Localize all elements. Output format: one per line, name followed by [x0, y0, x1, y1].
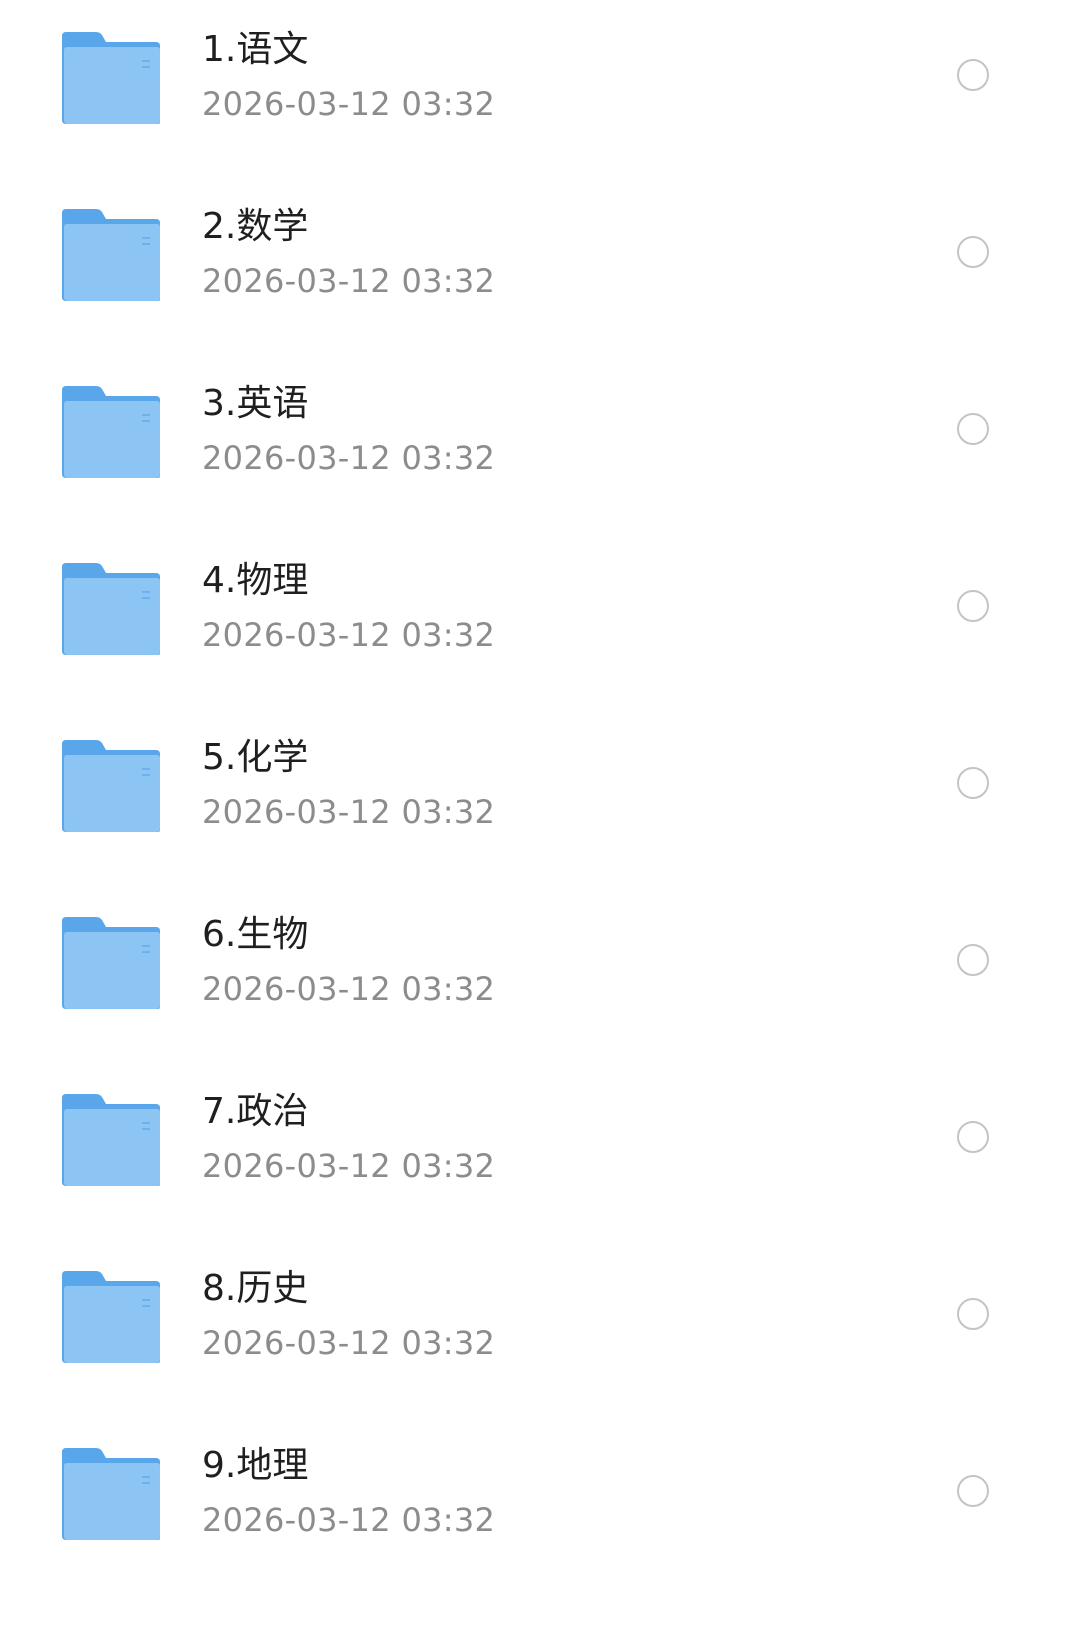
list-item[interactable]: 4.物理 2026-03-12 03:32: [0, 531, 1080, 708]
folder-date: 2026-03-12 03:32: [202, 616, 496, 654]
folder-icon: [60, 561, 164, 657]
select-radio[interactable]: [957, 413, 989, 445]
select-radio[interactable]: [957, 590, 989, 622]
folder-icon: [60, 738, 164, 834]
folder-icon: [60, 207, 164, 303]
folder-name: 8.历史: [202, 1268, 309, 1309]
folder-icon: [60, 1092, 164, 1188]
folder-name: 1.语文: [202, 29, 309, 70]
folder-icon: [60, 1269, 164, 1365]
select-radio[interactable]: [957, 1121, 989, 1153]
list-item[interactable]: 7.政治 2026-03-12 03:32: [0, 1062, 1080, 1239]
folder-name: 6.生物: [202, 914, 309, 955]
folder-icon: [60, 384, 164, 480]
folder-icon: [60, 30, 164, 126]
folder-date: 2026-03-12 03:32: [202, 1324, 496, 1362]
folder-name: 5.化学: [202, 737, 309, 778]
folder-date: 2026-03-12 03:32: [202, 85, 496, 123]
select-radio[interactable]: [957, 944, 989, 976]
select-radio[interactable]: [957, 59, 989, 91]
folder-date: 2026-03-12 03:32: [202, 1147, 496, 1185]
list-item[interactable]: 5.化学 2026-03-12 03:32: [0, 708, 1080, 885]
select-radio[interactable]: [957, 1475, 989, 1507]
folder-date: 2026-03-12 03:32: [202, 970, 496, 1008]
folder-name: 4.物理: [202, 560, 309, 601]
list-item[interactable]: 9.地理 2026-03-12 03:32: [0, 1416, 1080, 1593]
folder-date: 2026-03-12 03:32: [202, 439, 496, 477]
folder-date: 2026-03-12 03:32: [202, 262, 496, 300]
folder-name: 2.数学: [202, 206, 309, 247]
folder-name: 7.政治: [202, 1091, 309, 1132]
list-item[interactable]: 1.语文 2026-03-12 03:32: [0, 0, 1080, 177]
list-item[interactable]: 8.历史 2026-03-12 03:32: [0, 1239, 1080, 1416]
folder-date: 2026-03-12 03:32: [202, 1501, 496, 1539]
folder-icon: [60, 1446, 164, 1542]
list-item[interactable]: 2.数学 2026-03-12 03:32: [0, 177, 1080, 354]
select-radio[interactable]: [957, 767, 989, 799]
select-radio[interactable]: [957, 1298, 989, 1330]
select-radio[interactable]: [957, 236, 989, 268]
folder-date: 2026-03-12 03:32: [202, 793, 496, 831]
folder-list: 1.语文 2026-03-12 03:32 2.数学 2026-03-12 03…: [0, 0, 1080, 1632]
list-item[interactable]: 3.英语 2026-03-12 03:32: [0, 354, 1080, 531]
list-item[interactable]: 6.生物 2026-03-12 03:32: [0, 885, 1080, 1062]
folder-name: 9.地理: [202, 1445, 309, 1486]
folder-name: 3.英语: [202, 383, 309, 424]
folder-icon: [60, 915, 164, 1011]
